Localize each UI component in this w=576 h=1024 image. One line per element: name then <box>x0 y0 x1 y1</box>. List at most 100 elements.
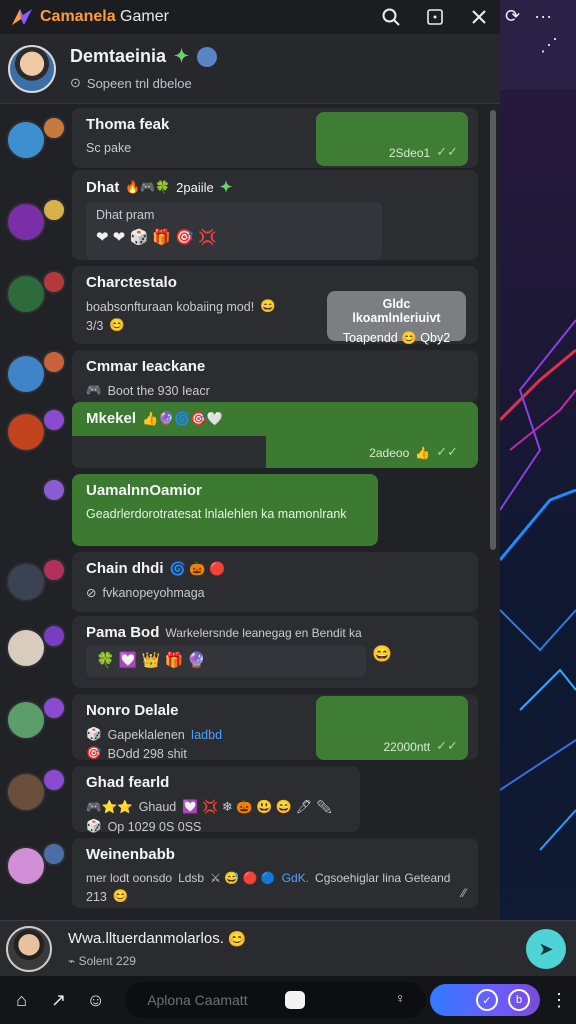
list-item[interactable]: Mkekel 👍🔮🌀🎯🤍 2adeoo 👍 ✓✓ <box>0 402 490 470</box>
chat-title: UamalnnOamior <box>86 482 202 499</box>
send-icon: ➤ <box>538 938 554 959</box>
emoji-strip-icon: ❤ ❤ 🎲 🎁 🎯 💢 <box>96 229 217 246</box>
list-item[interactable]: Chain dhdi 🌀 🎃 🔴 ⊘ fvkanopeyohmaga <box>0 552 490 614</box>
check-icon[interactable]: ✓ <box>476 989 498 1011</box>
avatar <box>42 768 66 792</box>
composer-bar[interactable]: Wwa.lltuerdanmolarlos. 😊 ⌁ Solent 229 ➤ <box>0 920 576 976</box>
neon-shapes <box>500 319 576 851</box>
chat-link[interactable]: Iadbd <box>191 728 222 742</box>
avatar <box>6 120 46 160</box>
window-icon[interactable] <box>424 6 446 28</box>
refresh-icon[interactable]: ⟳ <box>505 6 520 27</box>
send-button[interactable]: ➤ <box>526 929 566 969</box>
message-time: 2Sdeo1 <box>388 146 431 160</box>
smile-icon: 😊 <box>401 331 417 345</box>
chat-title: Charctestalo <box>86 274 177 291</box>
game-icon: 🎮 <box>86 383 102 397</box>
like-icon: 👍 <box>415 446 431 460</box>
status-icon: ⊙ <box>70 75 81 90</box>
list-item[interactable]: Cmmar Ieackane 🎮 Boot the 930 Ieacr <box>0 350 490 402</box>
message-input-placeholder: Aplona Caamatt <box>147 992 248 1008</box>
list-item[interactable]: Dhat 🔥🎮🍀 2paiile ✦ Dhat pram ❤ ❤ 🎲 🎁 🎯 💢 <box>0 170 490 260</box>
game-icon: 🎲 <box>86 819 102 833</box>
bubble-line: Gldc lkoamlnleriuivt <box>352 297 441 325</box>
game-icon: 🎲 <box>86 727 102 741</box>
message-bubble[interactable]: 22000ntt ✓✓ <box>316 696 468 760</box>
bolt-icon[interactable]: b <box>508 989 530 1011</box>
avatar <box>42 696 66 720</box>
list-item[interactable]: UamalnnOamior Geadrlerdorotratesat lnlal… <box>0 474 490 548</box>
composer-avatar[interactable] <box>6 925 52 972</box>
emoji-row-icon: ⚔ 😅 🔴 🔵 <box>210 871 276 885</box>
list-item[interactable]: Pama Bod Warkelersnde leanegag en Bendit… <box>0 616 490 688</box>
chat-header-profile[interactable]: Demtaeinia ✦ ⊙ Sopeen tnl dbeloe <box>0 34 500 104</box>
chat-preview-2: 3/3 <box>86 318 104 333</box>
chat-preview: Geadrlerdorotratesat lnlalehlen ka mamon… <box>86 507 347 521</box>
list-item[interactable]: Weinenbabb mer lodt oonsdo Ldsb ⚔ 😅 🔴 🔵 … <box>0 838 490 910</box>
share-icon[interactable]: ↗ <box>45 986 72 1014</box>
app-topbar: Camanela Gamer <box>0 0 500 34</box>
avatar <box>6 274 46 314</box>
emoji-row-icon: 🔥🎮🍀 <box>125 180 171 194</box>
emoji-icon[interactable]: ☺ <box>82 986 109 1014</box>
wallpaper-top-icons: ⟳ ··· <box>505 6 552 27</box>
profile-name: Demtaeinia <box>70 46 167 66</box>
chat-title: Dhat <box>86 178 120 196</box>
message-time: 2adeoo <box>369 446 410 460</box>
chat-title: Pama Bod <box>86 624 160 641</box>
search-icon[interactable] <box>380 6 402 28</box>
composer-sub: Solent 229 <box>78 953 136 968</box>
chat-link[interactable]: GdK. <box>282 871 309 885</box>
chat-panel: Camanela Gamer Demtaeinia ✦ ⊙ Sopeen tnl… <box>0 0 500 1024</box>
avatar <box>42 408 66 432</box>
dark-overlay <box>72 436 266 468</box>
smile-icon: 😊 <box>109 318 125 332</box>
home-icon[interactable]: ⌂ <box>8 986 35 1014</box>
avatar <box>6 354 46 394</box>
message-bubble[interactable]: Gldc lkoamlnleriuivt Toapendd 😊 Qby2 <box>327 291 466 345</box>
close-icon[interactable] <box>468 6 490 28</box>
profile-avatar[interactable] <box>8 44 56 93</box>
microphone-icon[interactable]: ♀ <box>395 990 406 1006</box>
message-input[interactable]: Aplona Caamatt ♀ <box>125 982 426 1018</box>
sparkle-icon: ✦ <box>219 179 233 196</box>
emoji-strip-icon: 💟 💢 ❄ 🎃 😃 😄 🖊 ✏ <box>182 799 333 814</box>
chat-preview: Boot the 930 Ieacr <box>107 383 210 398</box>
more-options-icon[interactable]: ⋮ <box>550 990 568 1011</box>
edit-icon[interactable]: ⁄⁄ <box>462 886 466 900</box>
chat-list: Thoma feak Sc pake 2Sdeo1 ✓✓ Dhat 🔥🎮🍀 2p… <box>0 104 500 920</box>
bubble-line: Qby2 <box>420 331 451 345</box>
profile-status: Sopeen tnl dbeloe <box>86 75 192 91</box>
chat-preview: boabsonfturaan kobaiing mod! <box>86 299 255 314</box>
list-item[interactable]: Charctestalo boabsonfturaan kobaiing mod… <box>0 266 490 346</box>
status-icon: ⌁ <box>68 953 76 968</box>
sparkle-icon[interactable]: ⋰ <box>540 35 558 56</box>
message-bubble[interactable]: 2Sdeo1 ✓✓ <box>316 112 468 166</box>
chat-preview-2: 213 <box>86 889 107 904</box>
chat-preview-2: BOdd 298 shit <box>107 746 187 761</box>
double-check-icon: ✓✓ <box>436 444 458 459</box>
more-icon[interactable]: ··· <box>534 6 552 27</box>
app-title: Camanela Gamer <box>40 8 169 25</box>
avatar <box>6 412 46 452</box>
double-check-icon: ✓✓ <box>436 738 458 753</box>
background-wallpaper: ⋰ <box>500 0 576 1024</box>
list-item[interactable]: Nonro Delale 🎲 Gapeklalenen Iadbd 🎯 BOdd… <box>0 694 490 761</box>
chat-preview: Gapeklalenen <box>107 727 185 742</box>
avatar <box>6 846 46 886</box>
scrollbar[interactable] <box>490 110 496 550</box>
chat-preview-end: Cgsoehiglar lina Geteand <box>315 871 451 885</box>
emoji-row-icon: 🌀 🎃 🔴 <box>169 560 226 576</box>
list-item[interactable]: Thoma feak Sc pake 2Sdeo1 ✓✓ <box>0 108 490 170</box>
smile-icon: 😄 <box>372 646 392 663</box>
avatar <box>42 116 66 140</box>
emoji-row-icon: 🎮⭐⭐ <box>86 799 133 814</box>
avatar <box>6 202 46 242</box>
chat-title: Cmmar Ieackane <box>86 358 206 375</box>
avatar <box>42 478 66 502</box>
avatar <box>6 562 46 602</box>
sticker-icon[interactable] <box>285 991 306 1009</box>
list-item[interactable]: Ghad fearld 🎮⭐⭐ Ghaud 💟 💢 ❄ 🎃 😃 😄 🖊 ✏ 🎲 … <box>0 766 490 834</box>
inner-preview: Dhat pram <box>96 208 155 222</box>
action-pill[interactable]: ✓ b <box>429 984 540 1016</box>
